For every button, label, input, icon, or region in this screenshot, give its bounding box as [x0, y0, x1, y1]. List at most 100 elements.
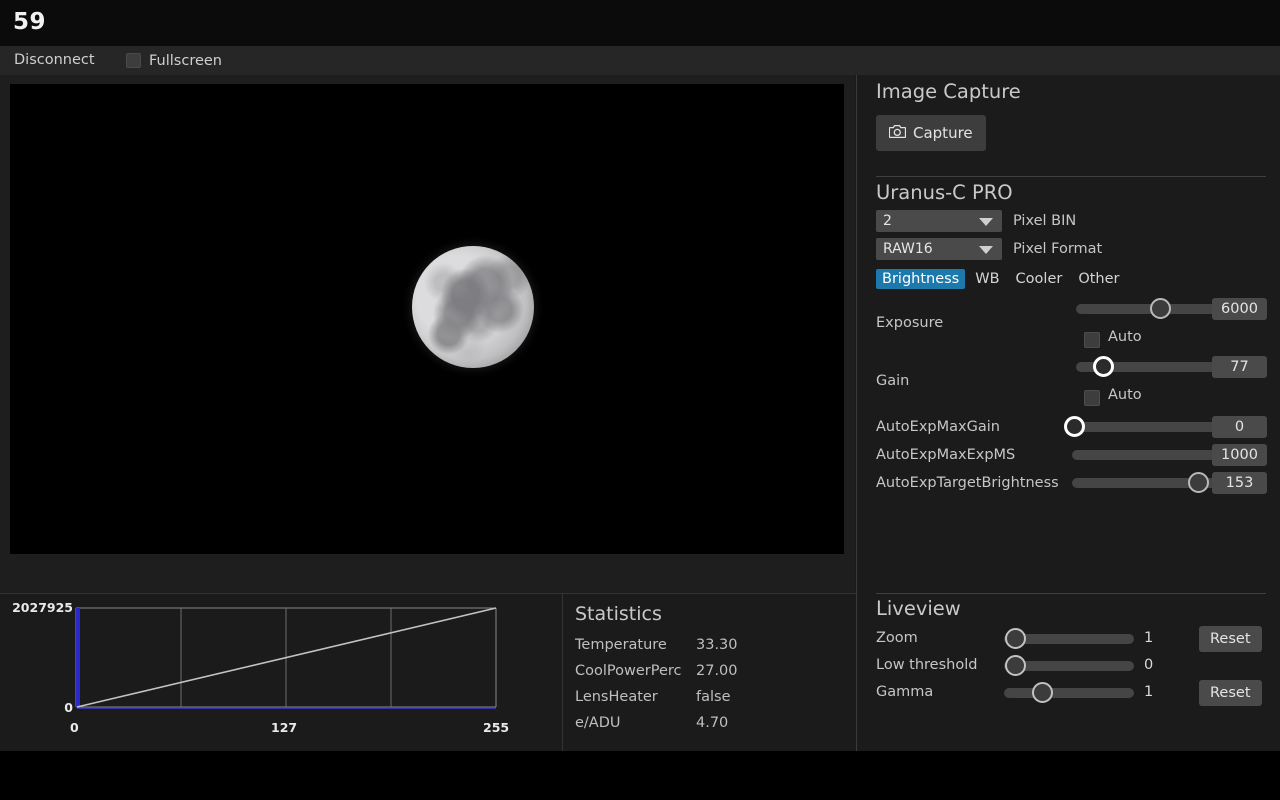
- stat-value: 33.30: [696, 637, 738, 653]
- gamma-reset-button[interactable]: Reset: [1199, 680, 1262, 706]
- chart-ytick-min: 0: [0, 701, 73, 715]
- window-title: 59: [13, 9, 46, 35]
- gain-auto-row[interactable]: Auto: [876, 386, 1270, 410]
- param-label: AutoExpMaxExpMS: [876, 447, 1015, 463]
- image-capture-title: Image Capture: [876, 80, 1266, 103]
- gamma-label: Gamma: [876, 684, 933, 700]
- liveview-row-zoom: Zoom 1 Reset: [876, 627, 1270, 654]
- zoom-slider[interactable]: [1004, 634, 1134, 644]
- pixel-bin-row: 2 Pixel BIN: [876, 210, 1270, 232]
- gamma-slider[interactable]: [1004, 688, 1134, 698]
- right-pane: Image Capture Capture Uranus-C PRO 2: [856, 75, 1280, 751]
- param-row-autoexpmaxexpms: AutoExpMaxExpMS 1000: [876, 444, 1270, 472]
- autoexpmaxgain-slider-handle[interactable]: [1064, 416, 1085, 437]
- statistics-row: Temperature 33.30: [575, 637, 845, 663]
- gain-auto-label: Auto: [1108, 387, 1142, 403]
- chevron-down-icon: [979, 218, 993, 226]
- statistics-row: LensHeater false: [575, 689, 845, 715]
- section-divider: [876, 593, 1266, 594]
- param-row-autoexptargetbrightness: AutoExpTargetBrightness 153: [876, 472, 1270, 500]
- histogram-panel: 2027925 0 0 127 255: [0, 594, 562, 751]
- menu-item-disconnect[interactable]: Disconnect: [11, 46, 98, 75]
- exposure-auto-checkbox[interactable]: [1084, 332, 1100, 348]
- stat-value: 27.00: [696, 663, 738, 679]
- left-pane: 2027925 0 0 127 255 Statistics Temperatu…: [0, 75, 856, 751]
- stat-key: Temperature: [575, 637, 667, 653]
- statistics-panel: Statistics Temperature 33.30 CoolPowerPe…: [562, 594, 856, 751]
- moon-image: [412, 246, 534, 368]
- chevron-down-icon: [979, 246, 993, 254]
- statistics-title: Statistics: [575, 603, 662, 625]
- section-divider: [876, 176, 1266, 177]
- application-window: 59 Disconnect Fullscreen: [0, 0, 1280, 751]
- image-capture-section: Image Capture Capture: [876, 80, 1266, 151]
- histogram-chart: 2027925 0 0 127 255: [0, 594, 562, 751]
- autoexptargetbrightness-value[interactable]: 153: [1212, 472, 1267, 494]
- low-threshold-label: Low threshold: [876, 657, 977, 673]
- tab-cooler[interactable]: Cooler: [1010, 269, 1069, 289]
- bottom-strip: 2027925 0 0 127 255 Statistics Temperatu…: [0, 593, 856, 751]
- chart-xtick-min: 0: [70, 720, 79, 735]
- liveview-section: Liveview Zoom 1 Reset Low threshold 0 Ga…: [876, 597, 1270, 708]
- statistics-row: CoolPowerPerc 27.00: [575, 663, 845, 689]
- param-label: AutoExpMaxGain: [876, 419, 1000, 435]
- gain-slider-handle[interactable]: [1093, 356, 1114, 377]
- low-threshold-slider[interactable]: [1004, 661, 1134, 671]
- camera-icon: [889, 124, 906, 143]
- zoom-label: Zoom: [876, 630, 918, 646]
- chart-xtick-max: 255: [483, 720, 509, 735]
- pixel-format-row: RAW16 Pixel Format: [876, 238, 1270, 260]
- stat-value: 4.70: [696, 715, 728, 731]
- tab-wb[interactable]: WB: [969, 269, 1005, 289]
- zoom-value: 1: [1144, 630, 1153, 646]
- pixel-bin-dropdown[interactable]: 2: [876, 210, 1002, 232]
- zoom-reset-button[interactable]: Reset: [1199, 626, 1262, 652]
- stat-key: LensHeater: [575, 689, 658, 705]
- liveview-row-low-threshold: Low threshold 0: [876, 654, 1270, 681]
- pixel-bin-label: Pixel BIN: [1013, 213, 1076, 229]
- statistics-row: e/ADU 4.70: [575, 715, 845, 741]
- autoexpmaxgain-value[interactable]: 0: [1212, 416, 1267, 438]
- capture-button[interactable]: Capture: [876, 115, 986, 151]
- fullscreen-checkbox[interactable]: [126, 53, 141, 68]
- low-threshold-value: 0: [1144, 657, 1153, 673]
- low-threshold-slider-handle[interactable]: [1005, 655, 1026, 676]
- title-bar: 59: [0, 0, 1280, 46]
- camera-model-title: Uranus-C PRO: [876, 181, 1270, 204]
- liveview-title: Liveview: [876, 597, 1270, 620]
- zoom-slider-handle[interactable]: [1005, 628, 1026, 649]
- exposure-auto-label: Auto: [1108, 329, 1142, 345]
- menu-item-fullscreen[interactable]: Fullscreen: [126, 46, 222, 75]
- gain-value[interactable]: 77: [1212, 356, 1267, 378]
- chart-ytick-max: 2027925: [0, 601, 73, 615]
- autoexptargetbrightness-slider-handle[interactable]: [1188, 472, 1209, 493]
- gain-auto-checkbox[interactable]: [1084, 390, 1100, 406]
- exposure-auto-row[interactable]: Auto: [876, 328, 1270, 352]
- pixel-format-label: Pixel Format: [1013, 241, 1102, 257]
- param-row-autoexpmaxgain: AutoExpMaxGain 0: [876, 416, 1270, 444]
- stat-value: false: [696, 689, 731, 705]
- param-label: AutoExpTargetBrightness: [876, 475, 1059, 491]
- pixel-format-value: RAW16: [883, 241, 933, 257]
- gamma-slider-handle[interactable]: [1032, 682, 1053, 703]
- param-row-gain: Gain 77: [876, 356, 1270, 386]
- exposure-value[interactable]: 6000: [1212, 298, 1267, 320]
- stat-key: e/ADU: [575, 715, 621, 731]
- param-row-exposure: Exposure 6000: [876, 298, 1270, 328]
- pixel-bin-value: 2: [883, 213, 892, 229]
- pixel-format-dropdown[interactable]: RAW16: [876, 238, 1002, 260]
- liveview-row-gamma: Gamma 1 Reset: [876, 681, 1270, 708]
- capture-button-label: Capture: [913, 124, 973, 142]
- tab-other[interactable]: Other: [1072, 269, 1125, 289]
- chart-xtick-mid: 127: [271, 720, 297, 735]
- image-viewport-area: [0, 75, 855, 593]
- camera-tabs: Brightness WB Cooler Other: [876, 269, 1270, 289]
- camera-section: Uranus-C PRO 2 Pixel BIN RAW16 Pixel For…: [876, 181, 1270, 500]
- stat-key: CoolPowerPerc: [575, 663, 682, 679]
- exposure-slider-handle[interactable]: [1150, 298, 1171, 319]
- tab-brightness[interactable]: Brightness: [876, 269, 965, 289]
- autoexpmaxexpms-value[interactable]: 1000: [1212, 444, 1267, 466]
- fullscreen-label: Fullscreen: [149, 53, 222, 69]
- menu-bar: Disconnect Fullscreen: [0, 46, 1280, 75]
- live-image-viewport[interactable]: [10, 84, 844, 554]
